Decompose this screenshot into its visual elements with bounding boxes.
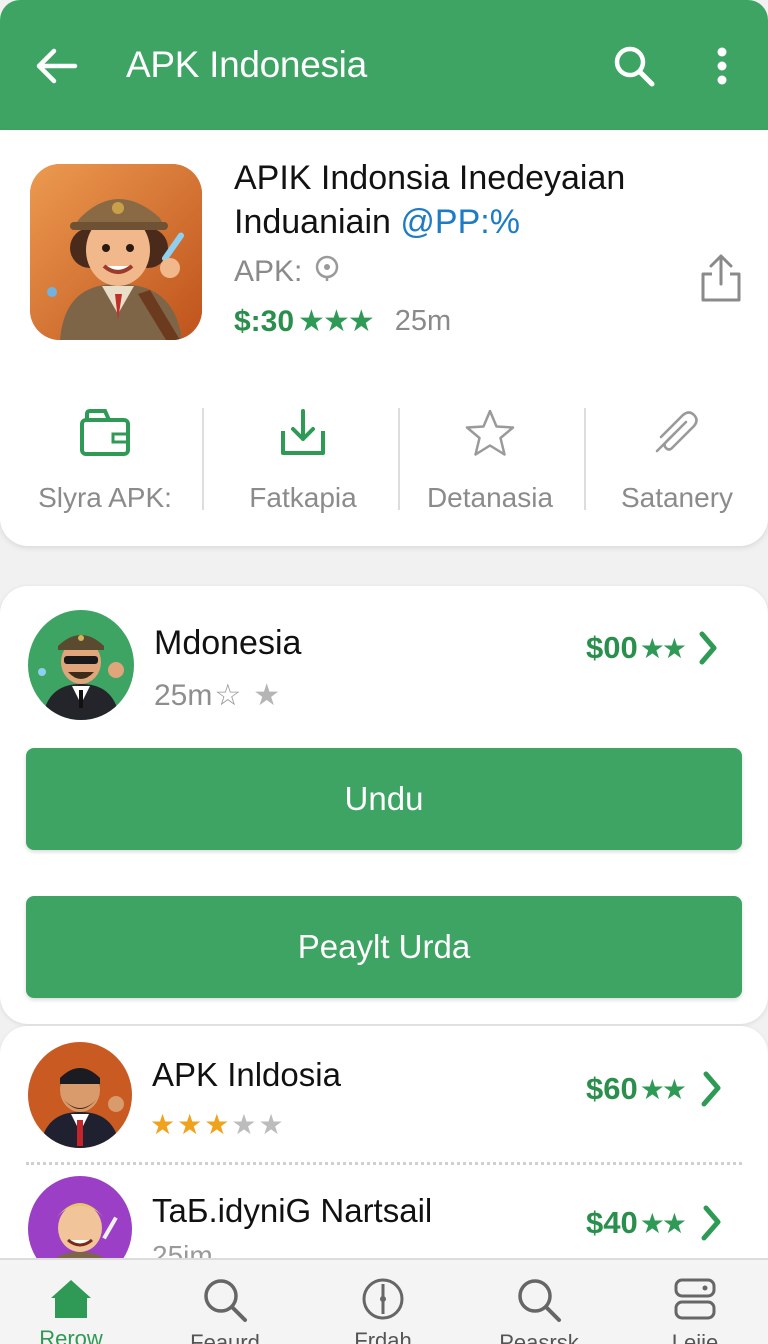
info-badge-icon	[314, 254, 340, 290]
search-icon	[201, 1276, 249, 1324]
price-line: $:30 ★★★ 25m	[234, 304, 451, 339]
action-slyra[interactable]: Slyra APK:	[10, 400, 200, 514]
star-outline-icon: ☆	[214, 679, 242, 712]
tab-feaurd[interactable]: Feaurd	[150, 1260, 300, 1344]
search-icon	[515, 1276, 563, 1324]
featured-price: $00	[586, 630, 638, 665]
apk-line: APK:	[234, 254, 340, 290]
featured-size: 25m	[154, 678, 213, 712]
apk-label: APK:	[234, 255, 303, 288]
tab-rerow[interactable]: Rerow	[0, 1260, 146, 1344]
rating-stars: ★ ★ ★ ★ ★	[150, 1108, 284, 1141]
compass-icon	[360, 1276, 406, 1322]
tab-label: Frdah	[354, 1328, 412, 1344]
list-item-stars: ★★	[639, 1207, 687, 1239]
featured-name: Mdonesia	[154, 624, 302, 662]
list-item-stars: ★★	[639, 1073, 687, 1105]
featured-card: Mdonesia 25m ☆ ★ $00 ★★ Undu Peaylt Urda	[0, 586, 768, 1024]
tab-label: Feaurd	[190, 1330, 260, 1344]
app-title-line1: APIK Indonsia Inedeyaian	[234, 159, 626, 197]
action-satanery[interactable]: Satanery	[590, 400, 764, 514]
list-item-price: $60	[586, 1071, 638, 1106]
tab-peasrsk[interactable]: Peasrsk	[464, 1260, 614, 1344]
featured-stars: ★★	[639, 632, 687, 664]
search-icon[interactable]	[608, 40, 660, 92]
app-title-tag: @PP:%	[400, 203, 520, 241]
chevron-right-icon	[698, 1070, 724, 1108]
avatar	[28, 1176, 132, 1266]
featured-sub: 25m ☆ ★	[154, 678, 280, 713]
star-icon: ★	[150, 1109, 176, 1140]
app-stars: ★★★	[298, 305, 375, 338]
paperclip-icon	[651, 400, 703, 466]
star-icon: ★	[253, 679, 281, 712]
app-bar-title: APK Indonesia	[126, 44, 367, 85]
tab-leije[interactable]: Leije	[620, 1260, 768, 1344]
download-icon	[277, 400, 329, 466]
list-item-price: $40	[586, 1205, 638, 1240]
action-label: Satanery	[620, 482, 734, 513]
chevron-right-icon	[698, 630, 718, 666]
divider	[584, 408, 586, 510]
home-icon	[47, 1276, 95, 1320]
tab-label: Rerow	[39, 1326, 103, 1344]
action-row: Slyra APK: Fatkapia Detanasia Satanery	[0, 400, 768, 520]
tab-frdah[interactable]: Frdah	[308, 1260, 458, 1344]
list-item-name[interactable]: APK Inldosia	[152, 1056, 341, 1094]
action-label: Slyra APK:	[38, 482, 172, 513]
chevron-right-icon	[698, 1204, 724, 1242]
tab-label: Peasrsk	[499, 1330, 579, 1344]
divider	[26, 1162, 742, 1165]
app-title: APIK Indonsia Inedeyaian Induaniain @PP:…	[234, 156, 734, 244]
list-item-name[interactable]: TaБ.idyniG Nartsail	[152, 1192, 432, 1230]
action-detanasia[interactable]: Detanasia	[400, 400, 580, 514]
action-fatkapia[interactable]: Fatkapia	[210, 400, 396, 514]
app-list: APK Inldosia ★ ★ ★ ★ ★ $60 ★★ TaБ.idyniG…	[0, 1026, 768, 1266]
star-outline-icon	[464, 400, 516, 466]
action-label: Detanasia	[426, 482, 554, 513]
app-price: $:30	[234, 304, 295, 338]
list-item-price-row[interactable]: $60 ★★	[586, 1070, 724, 1108]
star-icon: ★	[204, 1109, 230, 1140]
list-item-price-row[interactable]: $40 ★★	[586, 1204, 724, 1242]
star-icon: ★	[231, 1109, 257, 1140]
action-label: Fatkapia	[249, 482, 357, 513]
more-vert-icon[interactable]	[700, 40, 744, 92]
back-arrow-icon[interactable]	[30, 40, 82, 92]
star-icon: ★	[177, 1109, 203, 1140]
tab-label: Leije	[671, 1330, 719, 1344]
avatar	[28, 610, 134, 720]
wallet-icon	[79, 400, 131, 466]
share-icon[interactable]	[698, 252, 744, 304]
divider	[202, 408, 204, 510]
featured-price-row[interactable]: $00 ★★	[586, 630, 718, 666]
server-icon	[671, 1276, 719, 1324]
app-header-card: APIK Indonsia Inedeyaian Induaniain @PP:…	[0, 130, 768, 546]
app-icon	[30, 164, 202, 340]
star-icon: ★	[258, 1109, 284, 1140]
app-bar: APK Indonesia	[0, 0, 768, 130]
app-size: 25m	[394, 305, 452, 337]
bottom-navigation: Rerow Feaurd Frdah Peasrsk Leije	[0, 1258, 768, 1344]
download-button[interactable]: Undu	[26, 748, 742, 850]
app-title-line2: Induaniain	[234, 203, 391, 241]
secondary-download-button[interactable]: Peaylt Urda	[26, 896, 742, 998]
avatar	[28, 1042, 132, 1148]
